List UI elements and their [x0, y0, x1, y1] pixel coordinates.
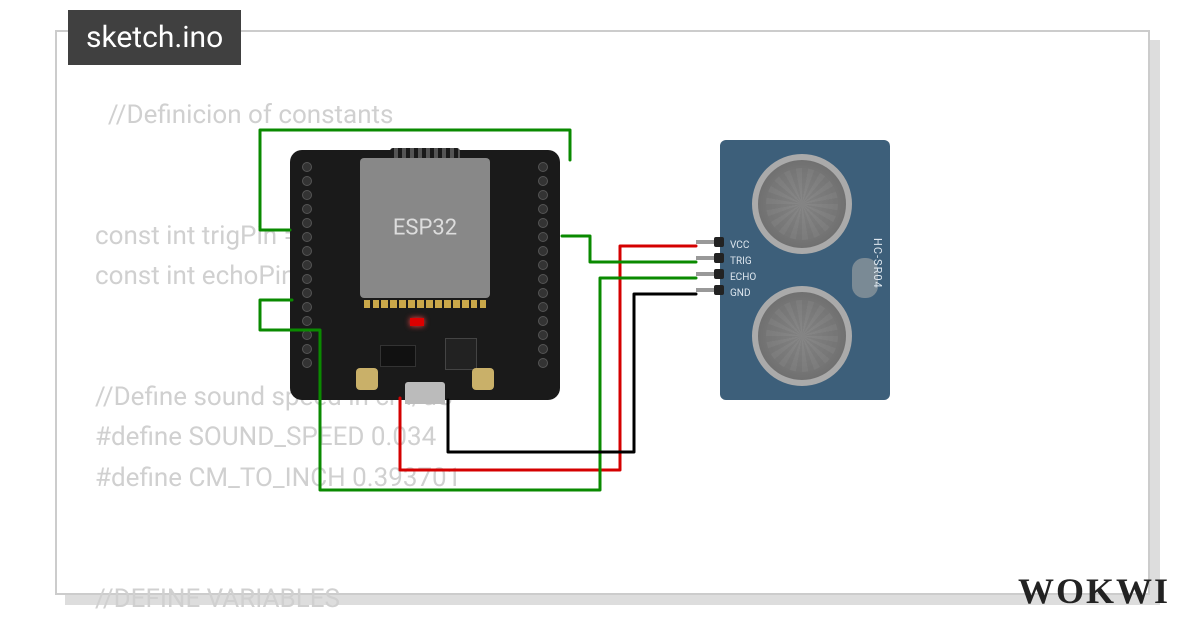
transducer-icon: [752, 154, 852, 254]
hcsr04-sensor[interactable]: HC-SR04 VCC TRIG ECHO GND: [720, 140, 890, 400]
esp32-shield: ESP32: [360, 158, 490, 298]
transducer-icon: [752, 286, 852, 386]
file-tab[interactable]: sketch.ino: [68, 10, 241, 65]
pin-label: ECHO: [730, 272, 756, 283]
solder-pads-right: [381, 300, 486, 308]
pin-header-left: [302, 162, 312, 368]
pin-vcc[interactable]: [696, 240, 722, 244]
pin-label: TRIG: [730, 256, 752, 267]
pin-label: VCC: [730, 240, 749, 251]
pin-gnd[interactable]: [696, 288, 722, 292]
micro-usb-icon: [405, 382, 445, 404]
regulator-icon: [380, 345, 416, 367]
pin-echo[interactable]: [696, 272, 722, 276]
sensor-pin-header: [696, 240, 722, 292]
sensor-name-label: HC-SR04: [871, 238, 884, 289]
boot-button[interactable]: [356, 368, 378, 390]
enable-button[interactable]: [472, 368, 494, 390]
pin-label: GND: [730, 288, 751, 299]
usb-chip-icon: [445, 338, 477, 370]
esp32-label: ESP32: [393, 216, 457, 241]
pin-header-right: [538, 162, 548, 368]
power-led-icon: [410, 318, 424, 326]
pin-trig[interactable]: [696, 256, 722, 260]
file-tab-label: sketch.ino: [86, 20, 223, 55]
wokwi-logo: WOKWI: [1018, 570, 1170, 612]
esp32-board[interactable]: ESP32: [290, 150, 560, 400]
